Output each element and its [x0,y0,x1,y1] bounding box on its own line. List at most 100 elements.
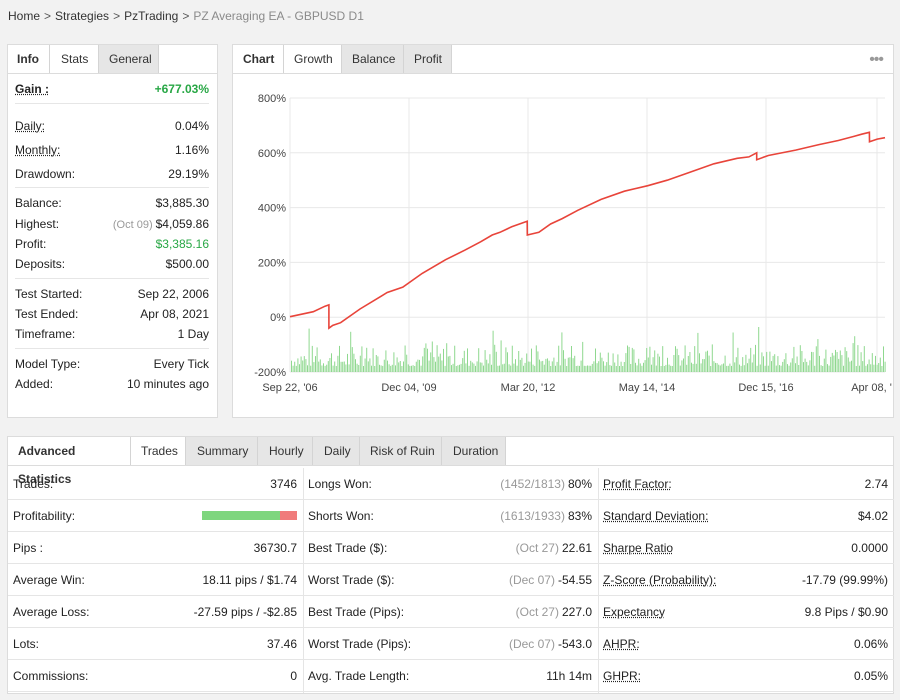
activity-bar [529,361,531,372]
tab-growth[interactable]: Growth [284,45,342,73]
activity-bar [387,360,388,372]
activity-bar [871,353,873,372]
test-ended-row: Test Ended: Apr 08, 2021 [15,307,209,321]
chart-tabs: Chart Growth Balance Profit [233,45,893,74]
activity-bar [743,365,745,372]
stat-ahpr: AHPR: 0.06% [598,628,894,660]
activity-bar [406,354,408,372]
breadcrumb-separator: > [113,9,121,23]
breadcrumb-separator: > [44,9,52,23]
stat-value: 2.74 [865,477,888,491]
tab-trades[interactable]: Trades [131,437,186,465]
stat-value-text: 0.05% [853,668,888,683]
tab-balance[interactable]: Balance [342,45,404,73]
tab-info[interactable]: Info [8,45,50,73]
stat-value-text: -54.55 [557,572,592,587]
stat-value-text: $4.02 [857,508,888,523]
activity-bar [681,360,683,372]
activity-bar [836,352,838,372]
tab-stats[interactable]: Stats [50,45,99,73]
activity-bar [318,361,320,372]
stat-value-text: 18.11 pips / $1.74 [202,572,297,587]
breadcrumb-home[interactable]: Home [8,9,40,23]
activity-bar [820,365,822,372]
activity-bar [364,358,366,372]
activity-bar [431,341,433,372]
stat-label: Average Loss: [13,604,90,619]
tab-advanced-statistics[interactable]: Advanced Statistics [8,437,131,486]
activity-bar [604,365,606,372]
activity-bar [747,363,748,372]
activity-bar [299,364,300,372]
activity-bar [619,366,620,372]
stat-value: (Dec 07) -54.55 [509,573,592,587]
activity-bar [337,355,339,372]
gain-row: Gain : +677.03% [15,82,209,96]
activity-bar [374,366,376,372]
activity-bar [484,350,486,372]
activity-bar [647,357,649,372]
stat-shorts-won: Shorts Won: (1613/1933) 83% [303,500,598,532]
activity-bar [492,330,494,372]
stat-value-text: -17.79 (99.99%) [801,572,888,587]
activity-bar [814,365,816,372]
activity-bar [523,365,524,372]
deposits-row: Deposits: $500.00 [15,257,209,271]
activity-bar [315,356,316,372]
activity-bar [487,363,489,372]
activity-bar [524,362,526,372]
stat-note: (Oct 27) [515,604,559,619]
tab-chart[interactable]: Chart [233,45,284,73]
activity-bar [635,362,636,372]
activity-bar [772,355,774,372]
activity-bar [713,361,715,372]
activity-bar [399,361,401,372]
breadcrumb-strategies[interactable]: Strategies [55,9,109,23]
breadcrumb-separator: > [182,9,190,23]
activity-bar [369,358,371,372]
breadcrumb-pztrading[interactable]: PzTrading [124,9,178,23]
activity-bar [703,359,705,372]
stat-value: 3746 [270,477,297,491]
activity-bar [756,365,758,372]
activity-bar [700,363,702,372]
tab-general[interactable]: General [99,45,159,73]
activity-bar [779,365,780,372]
tab-duration[interactable]: Duration [442,437,506,465]
activity-bar [457,365,459,372]
activity-bar [323,363,324,372]
activity-bar [436,345,438,372]
stat-value: 18.11 pips / $1.74 [202,573,297,587]
activity-bar [839,350,841,372]
activity-bar [358,365,360,372]
activity-bar [475,365,476,372]
activity-bar [655,365,657,372]
activity-bar [339,345,340,372]
activity-bar [319,359,321,372]
activity-bar [686,364,688,372]
activity-bar [742,357,744,372]
tab-profit[interactable]: Profit [404,45,452,73]
activity-bar [646,348,648,372]
activity-bar [711,344,713,372]
activity-bar [631,347,633,372]
activity-bar [726,365,728,372]
stat-label: Shorts Won: [308,508,374,523]
tab-daily[interactable]: Daily [313,437,360,465]
tab-risk-of-ruin[interactable]: Risk of Ruin [360,437,442,465]
stat-value: 0.06% [854,637,888,651]
activity-bar [766,351,768,372]
activity-bar [590,365,592,372]
activity-bar [612,353,614,372]
tab-summary[interactable]: Summary [186,437,258,465]
tab-hourly[interactable]: Hourly [258,437,313,465]
activity-bar [745,354,747,372]
stat-value: -17.79 (99.99%) [802,573,888,587]
advanced-statistics-panel: Advanced Statistics Trades Summary Hourl… [7,436,894,694]
more-options-icon[interactable]: ••• [869,51,884,69]
activity-bar [395,365,396,372]
activity-bar [449,355,451,372]
activity-bar [396,357,398,372]
growth-chart: 800% 600% 400% 200% 0% -200% Sep 22, '06 Dec 04… [254,93,893,394]
activity-bar [775,365,777,372]
